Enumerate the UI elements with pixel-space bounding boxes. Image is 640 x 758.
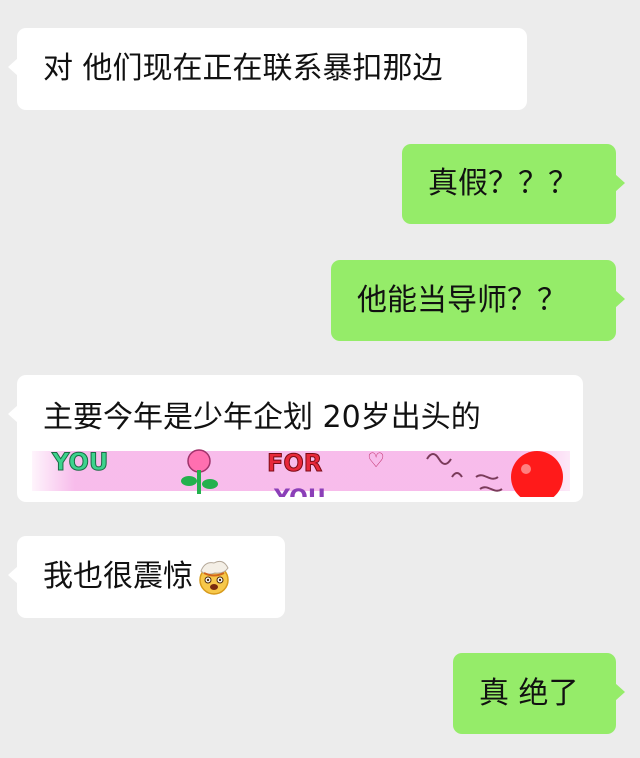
you-for-you-sticker-image: YOU FOR ♡ YOU xyxy=(32,437,570,497)
sticker-text-you: YOU xyxy=(51,448,108,476)
exploding-head-emoji-icon xyxy=(195,558,233,596)
sticker-heart-symbol: ♡ xyxy=(367,448,385,472)
incoming-message-bubble[interactable]: 我也很震惊 xyxy=(8,536,285,618)
incoming-message-bubble[interactable]: 对 他们现在正在联系暴扣那边 xyxy=(8,28,527,110)
message-text: 我也很震惊 xyxy=(43,559,193,594)
sticker-text-for: FOR xyxy=(267,449,322,477)
message-text: 对 他们现在正在联系暴扣那边 xyxy=(43,51,443,86)
outgoing-message-bubble[interactable]: 真假？？？ xyxy=(402,144,625,224)
message-text: 真假？？？ xyxy=(428,166,578,201)
message-text: 主要今年是少年企划 20岁出头的 xyxy=(43,400,481,435)
incoming-message-bubble[interactable]: 主要今年是少年企划 20岁出头的 YOU FOR ♡ YOU xyxy=(8,375,583,502)
sticker-text-you-2: YOU xyxy=(273,486,326,497)
message-text: 他能当导师？？ xyxy=(357,282,567,318)
message-text: 真 绝了 xyxy=(479,675,579,711)
outgoing-message-bubble[interactable]: 真 绝了 xyxy=(453,653,625,734)
outgoing-message-bubble[interactable]: 他能当导师？？ xyxy=(331,260,625,341)
